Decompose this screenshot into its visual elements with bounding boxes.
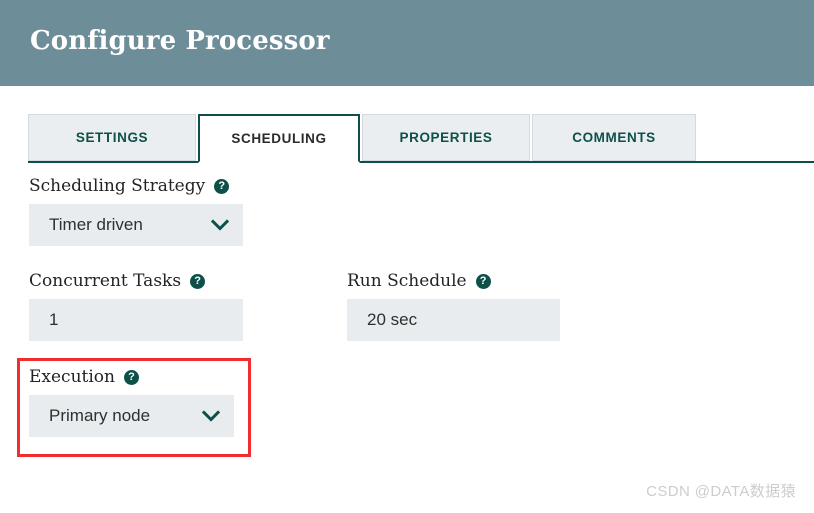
run-schedule-label: Run Schedule (347, 271, 467, 291)
tab-settings[interactable]: SETTINGS (28, 114, 196, 161)
tab-strip: SETTINGS SCHEDULING PROPERTIES COMMENTS (0, 114, 814, 163)
scheduling-form: Scheduling Strategy ? Timer driven Concu… (0, 164, 814, 513)
chevron-down-icon (211, 219, 229, 231)
run-schedule-value: 20 sec (367, 310, 418, 329)
help-circle-icon[interactable]: ? (190, 273, 206, 289)
scheduling-strategy-label-row: Scheduling Strategy ? (29, 175, 243, 197)
help-circle-icon[interactable]: ? (475, 273, 491, 289)
run-schedule-label-row: Run Schedule ? (347, 270, 560, 292)
tab-comments[interactable]: COMMENTS (532, 114, 696, 161)
tab-comments-label: COMMENTS (572, 130, 656, 145)
tab-properties[interactable]: PROPERTIES (362, 114, 530, 161)
scheduling-strategy-label: Scheduling Strategy (29, 176, 206, 196)
help-circle-icon[interactable]: ? (214, 178, 230, 194)
dialog-header: Configure Processor (0, 0, 814, 86)
concurrent-tasks-label: Concurrent Tasks (29, 271, 182, 291)
field-run-schedule: Run Schedule ? 20 sec (347, 270, 560, 341)
tab-settings-label: SETTINGS (75, 130, 149, 145)
scheduling-strategy-dropdown[interactable]: Timer driven (29, 204, 243, 246)
watermark: CSDN @DATA数据猿 (646, 483, 796, 500)
tab-scheduling[interactable]: SCHEDULING (198, 114, 360, 163)
field-scheduling-strategy: Scheduling Strategy ? Timer driven (29, 175, 243, 246)
help-circle-icon[interactable]: ? (123, 369, 139, 385)
execution-label-row: Execution ? (29, 366, 234, 388)
execution-label: Execution (29, 367, 115, 387)
concurrent-tasks-value: 1 (49, 310, 59, 329)
field-concurrent-tasks: Concurrent Tasks ? 1 (29, 270, 243, 341)
run-schedule-input[interactable]: 20 sec (347, 299, 560, 341)
execution-dropdown[interactable]: Primary node (29, 395, 234, 437)
concurrent-tasks-label-row: Concurrent Tasks ? (29, 270, 243, 292)
concurrent-tasks-input[interactable]: 1 (29, 299, 243, 341)
tab-scheduling-label: SCHEDULING (231, 131, 327, 146)
scheduling-strategy-value: Timer driven (49, 215, 143, 234)
field-execution: Execution ? Primary node (29, 366, 234, 437)
execution-value: Primary node (49, 406, 151, 425)
page-title: Configure Processor (30, 26, 330, 56)
chevron-down-icon (202, 410, 220, 422)
tab-properties-label: PROPERTIES (399, 130, 493, 145)
